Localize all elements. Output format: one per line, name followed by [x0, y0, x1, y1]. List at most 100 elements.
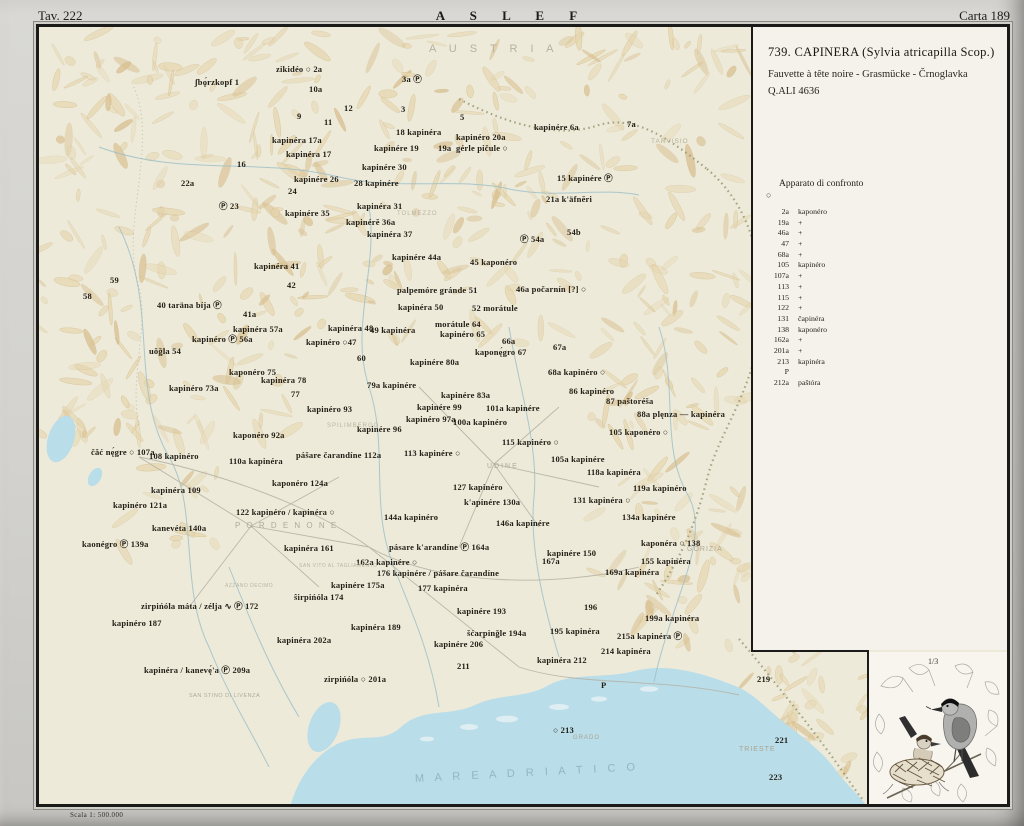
apparato-word: +	[798, 217, 803, 227]
map-label: 215a kapinéra Ⓟ	[617, 631, 683, 641]
map-label: 122 kapinéro / kapinéra ○	[236, 507, 335, 517]
map-label: 68a kapinéro ○	[548, 367, 606, 377]
apparato-word	[798, 367, 961, 378]
map-label: 40 taräna bíja Ⓟ	[157, 300, 222, 310]
map-label: zikidéo ○ 2a	[276, 64, 323, 74]
map-label: 119a kapinéro	[633, 483, 687, 493]
map-label: 195 kapinéra	[550, 626, 600, 636]
map-label: Ⓟ 23	[219, 201, 239, 211]
apparato-word: +	[798, 292, 803, 302]
map-label: 66a	[502, 336, 516, 346]
map-label: 19a	[438, 143, 452, 153]
map-label: 223	[769, 772, 783, 782]
apparato-point-number: 122	[777, 303, 789, 313]
map-label: 5	[460, 112, 465, 122]
apparato-word: +	[798, 281, 803, 291]
map-label: zirpińóla ○ 201a	[324, 674, 387, 684]
map-label: kapinére 99	[417, 402, 462, 412]
map-label: kapinéra 202a	[277, 635, 332, 645]
apparato-word: +	[798, 249, 803, 259]
map-label: 134a kapinére	[622, 512, 676, 522]
map-label: 101a kapinére	[486, 403, 540, 413]
map-label: Ⓟ 54a	[520, 234, 545, 244]
apparato-word: kaponéro	[798, 324, 828, 334]
map-label: kaponę́gro 67	[475, 347, 527, 357]
map-label: 177 kapinéra	[418, 583, 468, 593]
bird-panel-divider	[867, 650, 869, 804]
map-label: kapinéro 20a	[456, 132, 506, 142]
apparato-row: 19a +	[761, 218, 961, 229]
map-label: ○ 213	[553, 725, 575, 735]
map-label: 167a	[542, 556, 560, 566]
map-label: 28 kapinére	[354, 178, 399, 188]
map-label: 54b	[567, 227, 581, 237]
map-label: 21a k'äfnĕri	[546, 194, 593, 204]
map-label: 105a kapinére	[551, 454, 605, 464]
map-label: 86 kapinéro	[569, 386, 615, 396]
map-label: 15 kapinére Ⓟ	[557, 173, 613, 183]
map-label: kapinéra 212	[537, 655, 587, 665]
apparato-word: +	[798, 303, 803, 313]
map-label: 110a kapinéra	[229, 456, 283, 466]
map-label: kapinéro 97a	[406, 414, 456, 424]
female-blackcap-nest	[882, 716, 950, 795]
map-label: 22a	[181, 178, 195, 188]
map-label: k'apinére 130a	[464, 497, 521, 507]
apparato-row: P	[761, 367, 961, 378]
map-label: kaponéro 92a	[233, 430, 285, 440]
geo-label: TARVISIO	[651, 138, 689, 145]
geo-label: TOLMEZZO	[397, 211, 438, 217]
apparato-point-number: 107a	[773, 271, 789, 281]
bird-scale-note: 1/3	[928, 657, 939, 666]
map-label: kaonégro Ⓟ 139a	[82, 539, 149, 549]
map-label: kapinére 19	[374, 143, 419, 153]
map-label: kapinéra 37	[367, 229, 413, 239]
map-label: 59	[110, 275, 119, 285]
map-label: kapinéra 17a	[272, 135, 322, 145]
map-label: 169a kapinéra	[605, 567, 660, 577]
map-label: 41a	[243, 309, 257, 319]
bird-panel: 1/3	[869, 652, 1007, 804]
map-label: kapinére 206	[434, 639, 484, 649]
apparato-point-number: 201a	[773, 345, 789, 355]
geo-label: M A R E A D R I A T I C O	[414, 761, 640, 785]
apparato-word: +	[798, 345, 803, 355]
map-label: kapinéro 73a	[169, 383, 219, 393]
map-label: gérle pičule ○	[456, 143, 508, 153]
apparato-row: 47 +	[761, 239, 961, 250]
panel-divider-vertical	[751, 27, 753, 652]
map-label: šćarpinǧle 194a	[467, 628, 527, 638]
map-subtitle: Fauvette à tête noire - Grasmücke - Črno…	[768, 69, 968, 80]
apparato-symbol: ○	[766, 190, 772, 200]
map-label: 52 morátule	[472, 303, 518, 313]
map-label: 7a	[627, 119, 636, 129]
map-label: 88a plęnza — kapinéra	[637, 409, 726, 419]
map-label: 87 paštoréša	[606, 396, 654, 406]
geo-label: P O R D E N O N E	[235, 521, 339, 530]
apparato-point-number: 162a	[773, 335, 789, 345]
map-label: 60	[357, 353, 366, 363]
map-label: kanevéta 140a	[152, 523, 207, 533]
apparato-row: 162a +	[761, 335, 961, 346]
map-label: ŝirpińóla 174	[294, 592, 344, 602]
map-label: kapinére 26	[294, 174, 339, 184]
apparato-point-number: 131	[777, 313, 789, 323]
map-label: kapinére 35	[285, 208, 330, 218]
map-label: morátule 64	[435, 319, 481, 329]
map-label: kapinéra 50	[398, 302, 444, 312]
map-label: 176 kapinére / pášare čarandíne	[377, 568, 500, 578]
map-label: P	[601, 680, 607, 690]
map-title: 739. CAPINERA (Sylvia atricapilla Scop.)	[768, 45, 995, 59]
apparato-point-number: 47	[781, 239, 789, 249]
map-label: 18 kapinéra	[396, 127, 442, 137]
apparato-point-number: 19a	[777, 217, 789, 227]
map-label: 199a kapinéra	[645, 613, 700, 623]
map-label: kapinére 6a	[534, 122, 579, 132]
map-label: ʃbǫ́rzkopf 1	[195, 77, 240, 87]
map-label: 196	[584, 602, 598, 612]
apparato-word: čapinéra	[798, 313, 825, 323]
apparato-row: 138 kaponéro	[761, 325, 961, 336]
apparato-row: 115 +	[761, 293, 961, 304]
apparato-point-number: 212a	[773, 378, 789, 387]
map-label: 100a kapinéro	[453, 417, 508, 427]
